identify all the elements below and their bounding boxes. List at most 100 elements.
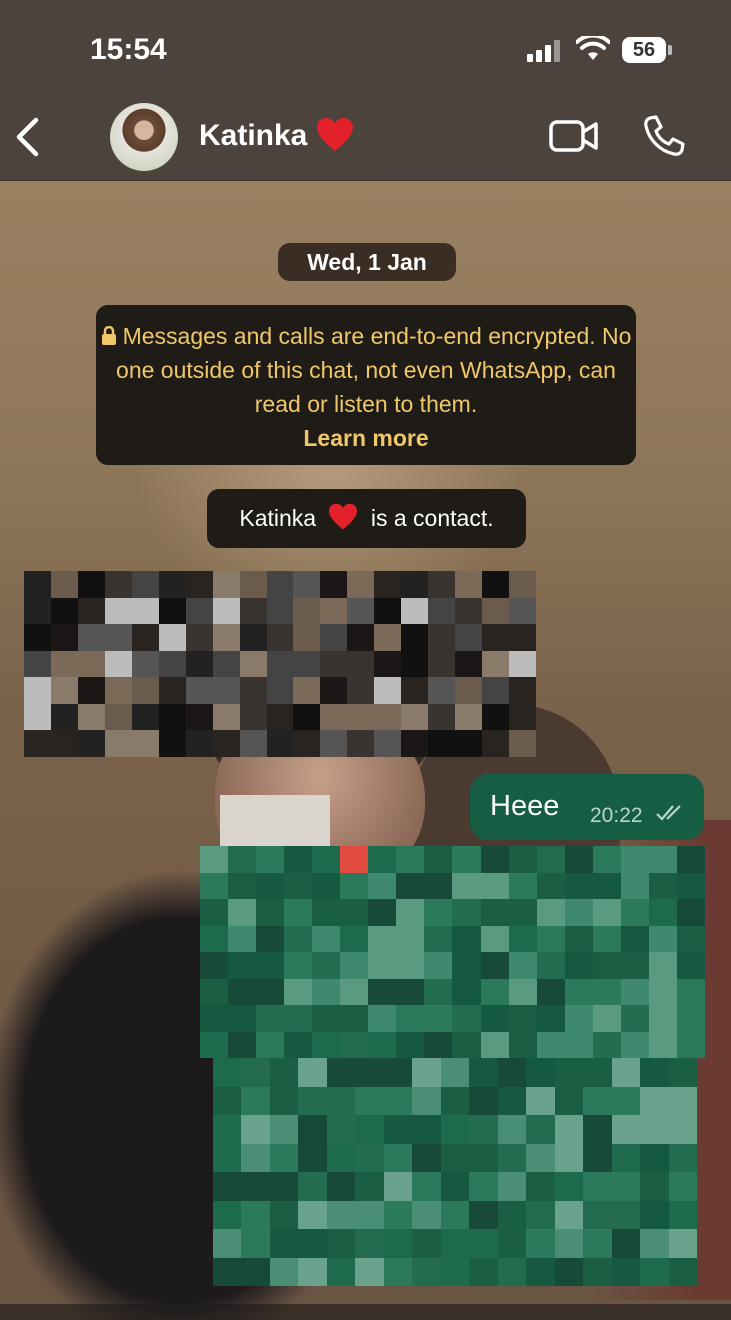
pixel-block <box>648 846 677 873</box>
double-check-icon <box>656 805 681 821</box>
learn-more-link[interactable]: Learn more <box>303 425 428 451</box>
pixel-block <box>298 1172 327 1201</box>
pixel-block <box>668 1115 697 1144</box>
phone-icon[interactable] <box>642 115 686 157</box>
contact-notice: Katinka is a contact. <box>207 489 526 548</box>
pixel-block <box>469 1172 498 1201</box>
encryption-notice-text: Messages and calls are end-to-end encryp… <box>116 323 632 417</box>
pixel-block <box>480 846 509 873</box>
pixel-block <box>482 650 510 678</box>
pixel-block <box>440 1200 470 1229</box>
pixel-block <box>256 899 285 926</box>
pixel-block <box>320 703 348 731</box>
pixel-block <box>269 1115 299 1144</box>
pixel-block <box>326 1086 356 1115</box>
video-camera-icon[interactable] <box>549 119 599 153</box>
pixel-block <box>554 1172 584 1201</box>
pixel-block <box>212 597 240 625</box>
pixel-block <box>50 650 78 678</box>
pixel-block <box>185 624 213 651</box>
pixel-block <box>340 1031 369 1058</box>
pixel-block <box>104 730 132 757</box>
pixel-block <box>564 1031 593 1058</box>
pixel-block <box>158 597 186 625</box>
pixel-block <box>131 677 159 704</box>
pixel-block <box>266 624 294 651</box>
pixel-block <box>428 677 456 704</box>
pixel-block <box>440 1058 470 1087</box>
pixel-block <box>77 597 105 625</box>
contact-name[interactable]: Katinka <box>199 119 307 153</box>
pixel-block <box>640 1058 669 1087</box>
pixel-block <box>269 1058 299 1087</box>
pixel-block <box>509 703 536 731</box>
pixel-block <box>620 872 649 899</box>
pixel-block <box>676 899 705 926</box>
pixel-block <box>640 1257 669 1286</box>
pixel-block <box>368 872 397 899</box>
pixel-block <box>355 1115 384 1144</box>
pixel-block <box>526 1115 555 1144</box>
pixel-block <box>355 1257 384 1286</box>
pixel-block <box>412 1172 441 1201</box>
pixel-block <box>355 1172 384 1201</box>
pixel-block <box>347 730 375 757</box>
pixel-block <box>212 703 240 731</box>
pixel-block <box>676 925 705 952</box>
pixel-block <box>554 1143 584 1172</box>
pixel-block <box>509 624 536 651</box>
pixel-block <box>266 730 294 757</box>
pixel-block <box>648 952 677 979</box>
pixel-block <box>266 703 294 731</box>
pixel-block <box>455 624 483 651</box>
pixel-block <box>239 571 267 598</box>
pixel-block <box>200 925 229 952</box>
pixel-block <box>583 1229 612 1258</box>
pixel-block <box>480 925 509 952</box>
pixel-block <box>424 872 453 899</box>
pixel-block <box>347 677 375 704</box>
chevron-left-icon[interactable] <box>14 117 40 157</box>
pixel-block <box>668 1143 697 1172</box>
pixel-block <box>452 899 481 926</box>
pixel-block <box>320 571 348 598</box>
pixel-block <box>536 952 565 979</box>
pixel-block <box>77 624 105 651</box>
pixel-block <box>480 899 509 926</box>
encryption-notice[interactable]: Messages and calls are end-to-end encryp… <box>96 305 636 465</box>
pixel-block <box>497 1058 527 1087</box>
pixelated-outgoing-message <box>213 1058 697 1286</box>
contact-avatar[interactable] <box>110 103 178 171</box>
pixel-block <box>564 846 593 873</box>
pixel-block <box>158 650 186 678</box>
outgoing-message-bubble[interactable]: Heee 20:22 <box>470 774 704 840</box>
pixel-block <box>583 1058 612 1087</box>
pixel-block <box>396 872 425 899</box>
pixel-block <box>212 730 240 757</box>
pixel-block <box>213 1229 242 1258</box>
pixel-block <box>185 571 213 598</box>
pixel-block <box>440 1172 470 1201</box>
pixel-block <box>455 571 483 598</box>
pixel-block <box>239 730 267 757</box>
pixel-block <box>50 703 78 731</box>
pixel-block <box>326 1143 356 1172</box>
pixel-block <box>213 1086 242 1115</box>
pixel-block <box>312 1005 341 1032</box>
contact-notice-name: Katinka <box>239 505 317 531</box>
pixel-block <box>508 899 537 926</box>
pixel-block <box>536 846 565 873</box>
pixel-block <box>320 597 348 625</box>
pixel-block <box>440 1115 470 1144</box>
pixel-block <box>648 978 677 1005</box>
pixel-block <box>497 1115 527 1144</box>
pixel-block <box>185 703 213 731</box>
pixel-block <box>241 1257 270 1286</box>
pixel-block <box>355 1058 384 1087</box>
pixel-block <box>611 1115 641 1144</box>
pixel-block <box>428 730 456 757</box>
pixel-block <box>611 1257 641 1286</box>
pixel-block <box>256 952 285 979</box>
pixel-block <box>509 677 536 704</box>
pixel-block <box>526 1229 555 1258</box>
